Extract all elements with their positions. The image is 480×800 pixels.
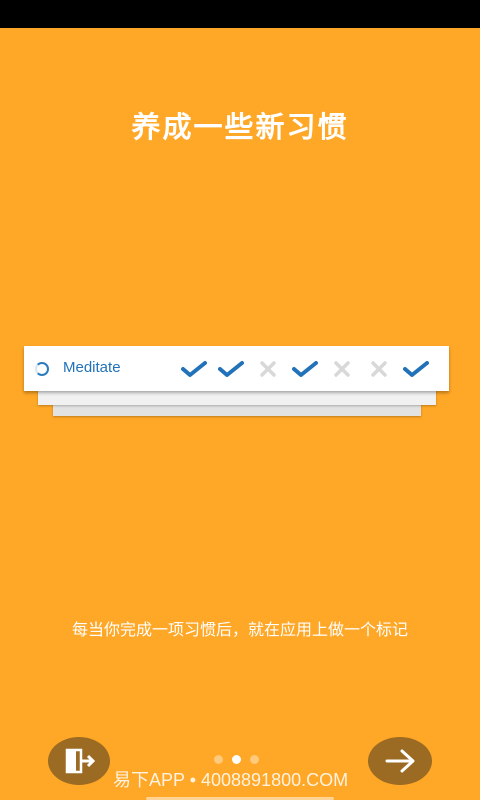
description-text: 每当你完成一项习惯后，就在应用上做一个标记: [71, 620, 408, 639]
exit-door-icon: [65, 748, 96, 774]
page-indicator: [214, 755, 264, 765]
check-icon: [403, 360, 429, 378]
watermark-text: 易下APP • 4008891800.COM: [113, 770, 349, 790]
habit-name: Meditate: [63, 359, 121, 376]
check-icon: [292, 360, 318, 378]
cross-icon: [255, 360, 281, 378]
page-title: 养成一些新习惯: [131, 110, 349, 144]
page-dot-2: [232, 755, 241, 764]
next-button[interactable]: [368, 737, 432, 785]
skip-button[interactable]: [48, 737, 110, 785]
card-shadow-layer-2: [53, 395, 421, 416]
arrow-right-icon: [385, 749, 415, 773]
status-bar: [0, 0, 480, 28]
page-dot-3: [250, 755, 259, 764]
habit-card: Meditate: [24, 346, 449, 391]
cross-icon: [366, 360, 392, 378]
cross-icon: [329, 360, 355, 378]
check-icon: [218, 360, 244, 378]
progress-ring-icon: [35, 362, 49, 376]
check-icon: [181, 360, 207, 378]
page-dot-1: [214, 755, 223, 764]
